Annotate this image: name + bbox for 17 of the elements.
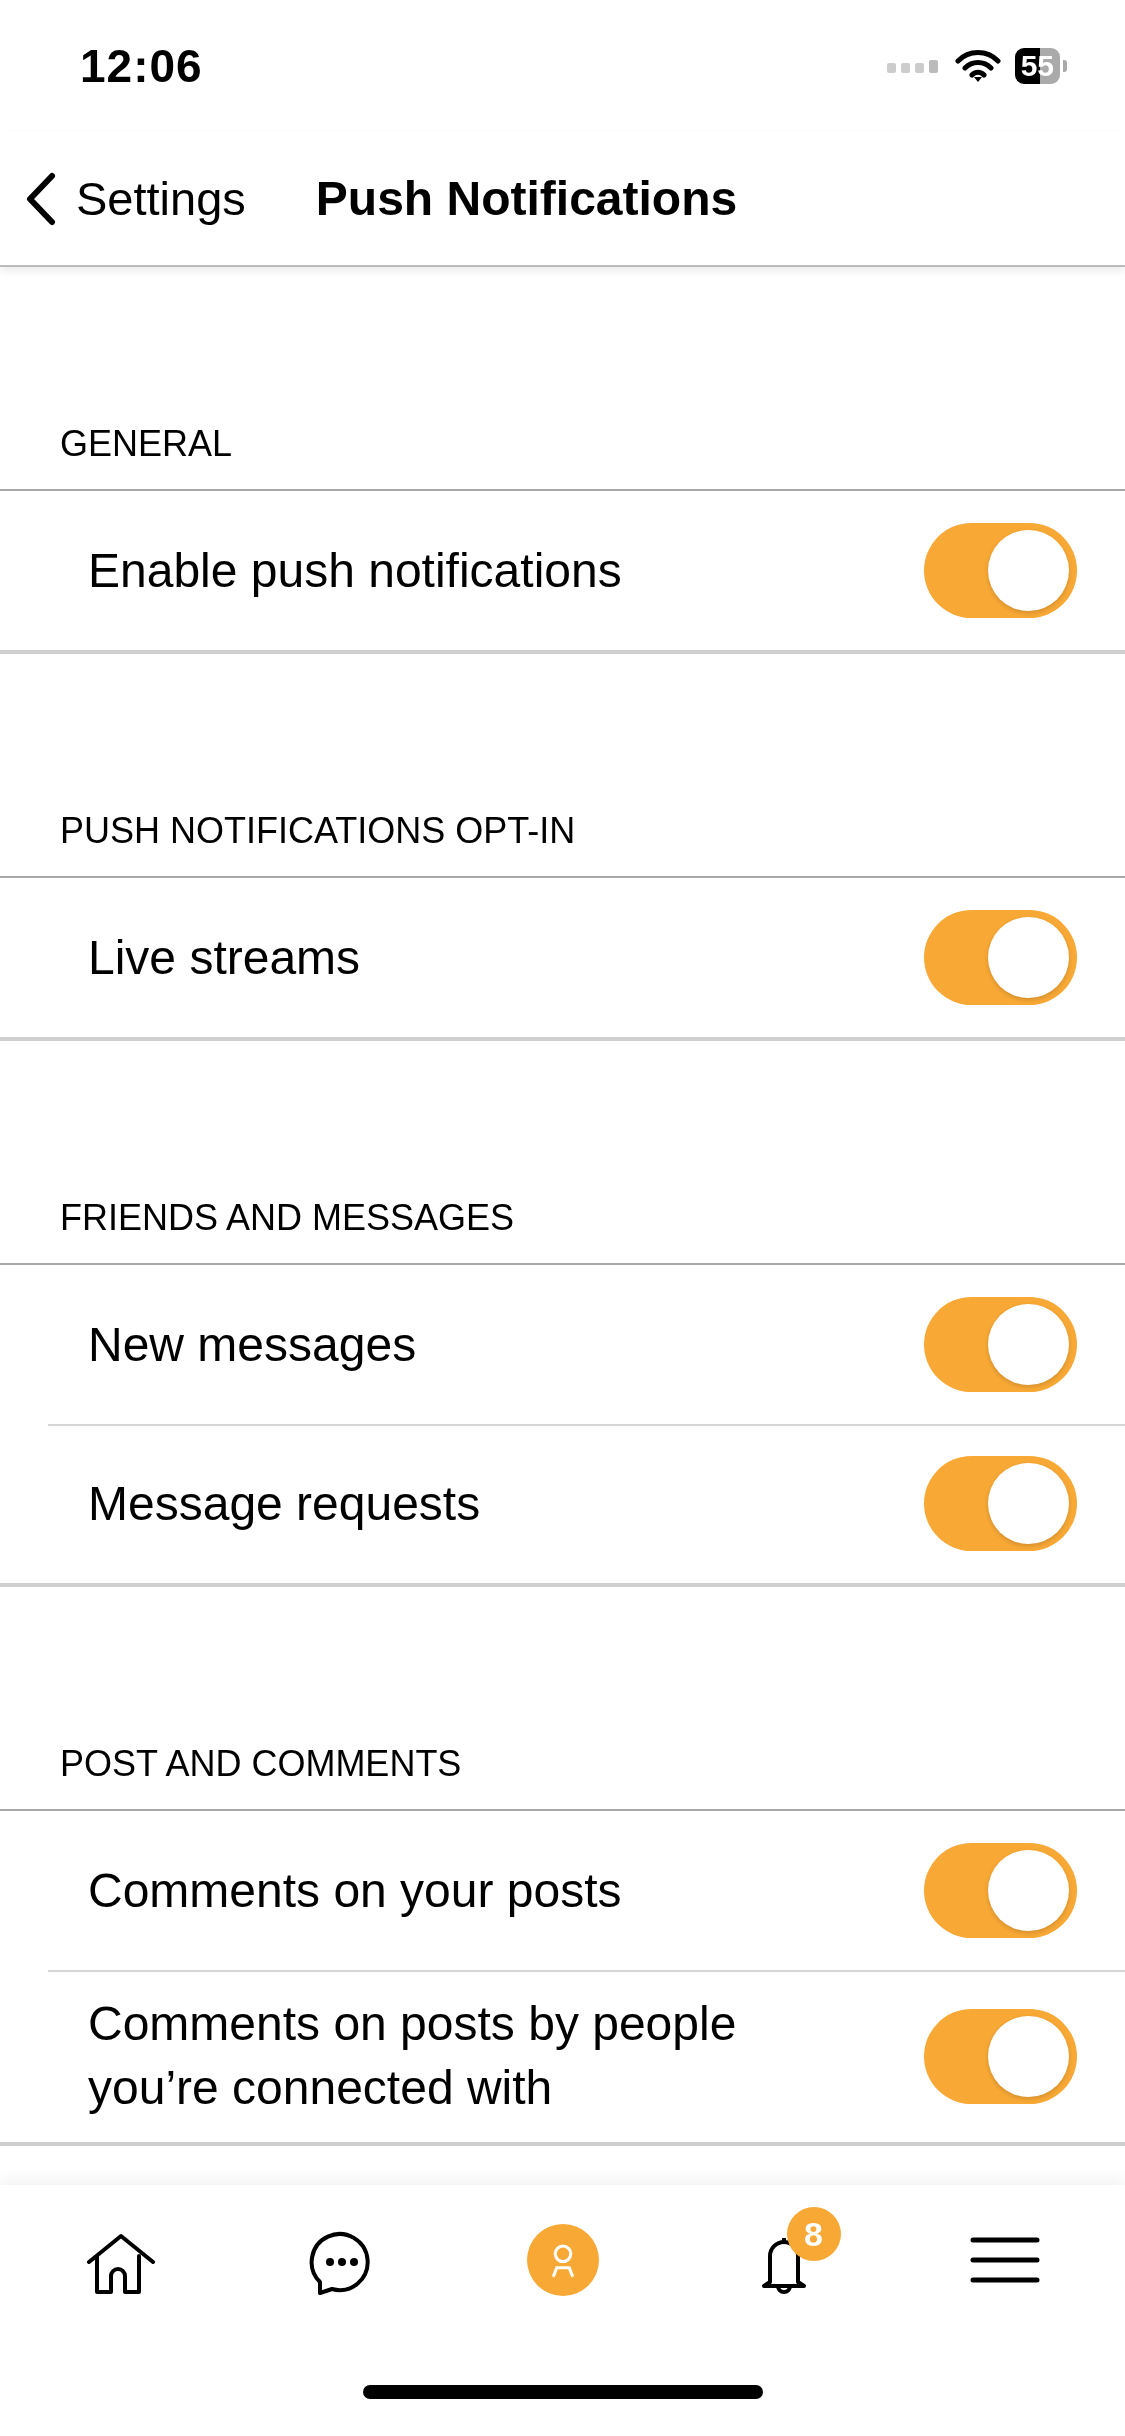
section-header: GENERAL bbox=[59, 422, 234, 466]
back-button[interactable]: Settings bbox=[26, 171, 246, 226]
setting-label: New messages bbox=[88, 1316, 417, 1373]
setting-label: Message requests bbox=[88, 1475, 481, 1532]
notification-badge: 8 bbox=[786, 2207, 841, 2261]
signal-icon bbox=[886, 57, 941, 75]
section-header: POST AND COMMENTS bbox=[59, 1742, 463, 1786]
section-header: PUSH NOTIFICATIONS OPT-IN bbox=[59, 809, 577, 853]
screen-title: Push Notifications bbox=[315, 171, 738, 226]
section-header: FRIENDS AND MESSAGES bbox=[59, 1196, 516, 1240]
status-time: 12:06 bbox=[80, 39, 203, 93]
setting-label: Live streams bbox=[88, 929, 361, 986]
back-chevron-icon bbox=[26, 171, 56, 226]
setting-label: Comments on your posts bbox=[88, 1862, 622, 1919]
setting-label: Enable push notifications bbox=[88, 542, 622, 599]
setting-label: Comments on posts by people you’re connected with bbox=[88, 1996, 738, 2116]
wifi-icon bbox=[954, 49, 1001, 83]
